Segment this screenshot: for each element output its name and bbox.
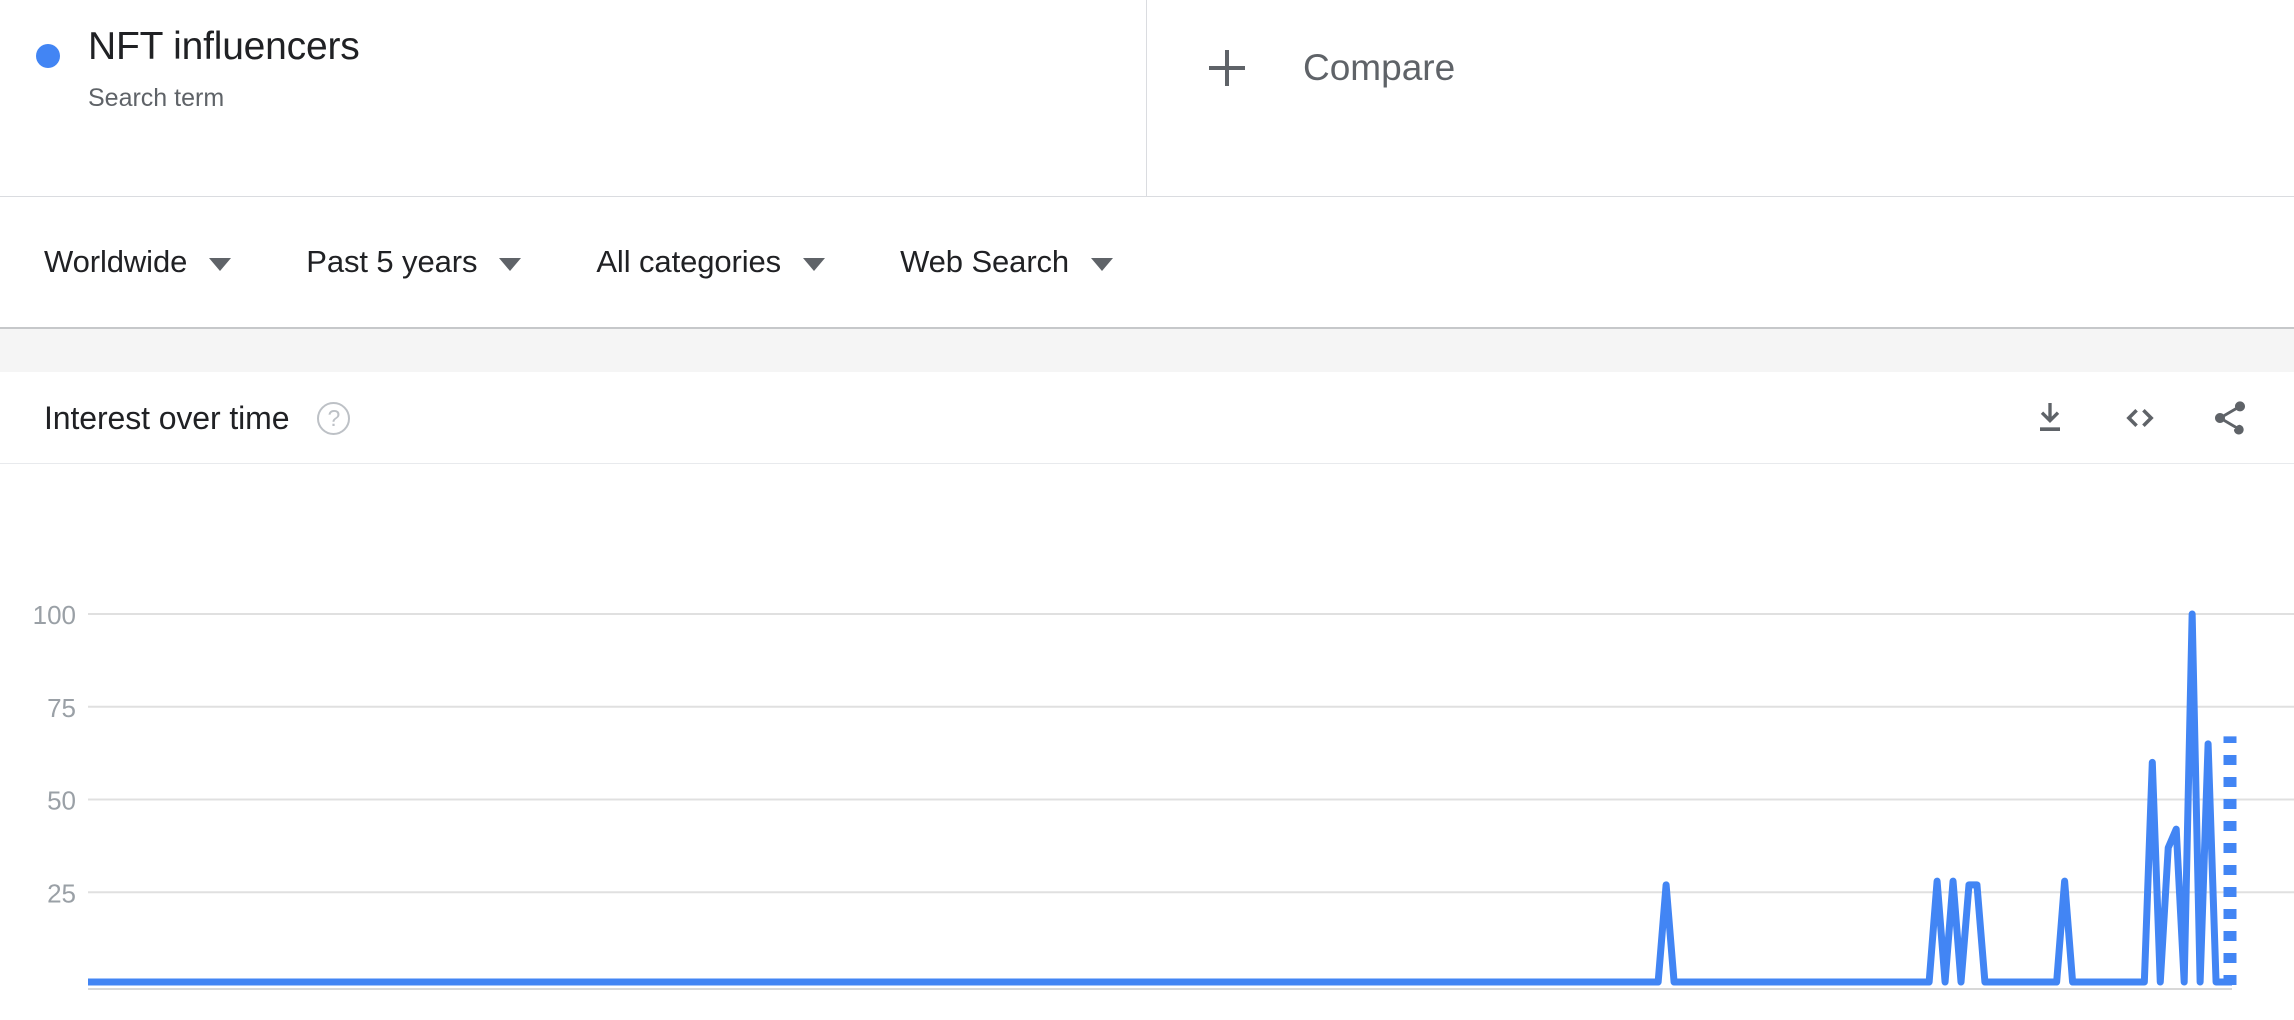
filter-location[interactable]: Worldwide — [44, 244, 232, 280]
y-axis-tick-label: 25 — [47, 878, 76, 908]
embed-icon[interactable] — [2120, 398, 2160, 438]
filter-search-type[interactable]: Web Search — [900, 244, 1114, 280]
chevron-down-icon — [499, 257, 522, 271]
page-title: Interest over time — [44, 399, 290, 436]
search-term-texts: NFT influencers Search term — [88, 22, 360, 115]
compare-button[interactable]: Compare — [1147, 0, 2294, 196]
chart-line-series — [88, 610, 2232, 986]
search-term-bar: NFT influencers Search term Compare — [0, 0, 2294, 197]
section-spacer — [0, 329, 2294, 373]
y-axis-tick-label: 75 — [47, 693, 76, 723]
card-header: Interest over time ? — [0, 373, 2294, 464]
filter-time-range[interactable]: Past 5 years — [306, 244, 522, 280]
search-term-title: NFT influencers — [88, 25, 360, 68]
filter-location-label: Worldwide — [44, 244, 188, 279]
filter-category-label: All categories — [596, 244, 782, 279]
series-color-dot — [36, 44, 60, 68]
search-term-card[interactable]: NFT influencers Search term — [0, 0, 1147, 196]
compare-label: Compare — [1303, 47, 1456, 88]
search-term-subtitle: Search term — [88, 84, 225, 112]
share-icon[interactable] — [2210, 398, 2250, 438]
chevron-down-icon — [209, 257, 232, 271]
chart-canvas: 255075100Jan 1, 2017Jul 8, 2018Jan 12, 2… — [33, 600, 2294, 990]
plus-icon — [1209, 50, 1245, 86]
download-icon[interactable] — [2030, 398, 2070, 438]
interest-over-time-card: Interest over time ? 255075100Jan 1 — [0, 373, 2294, 1020]
y-axis-tick-label: 50 — [47, 786, 76, 816]
card-actions — [2030, 398, 2250, 438]
chevron-down-icon — [1091, 257, 1114, 271]
y-axis-tick-label: 100 — [33, 600, 76, 630]
chevron-down-icon — [803, 257, 826, 271]
filter-time-range-label: Past 5 years — [306, 244, 478, 279]
interest-over-time-chart[interactable]: 255075100Jan 1, 2017Jul 8, 2018Jan 12, 2… — [0, 464, 2294, 1020]
help-icon[interactable]: ? — [317, 401, 351, 435]
filter-search-type-label: Web Search — [900, 244, 1070, 279]
filter-category[interactable]: All categories — [596, 244, 826, 280]
filter-bar: Worldwide Past 5 years All categories We… — [0, 197, 2294, 329]
